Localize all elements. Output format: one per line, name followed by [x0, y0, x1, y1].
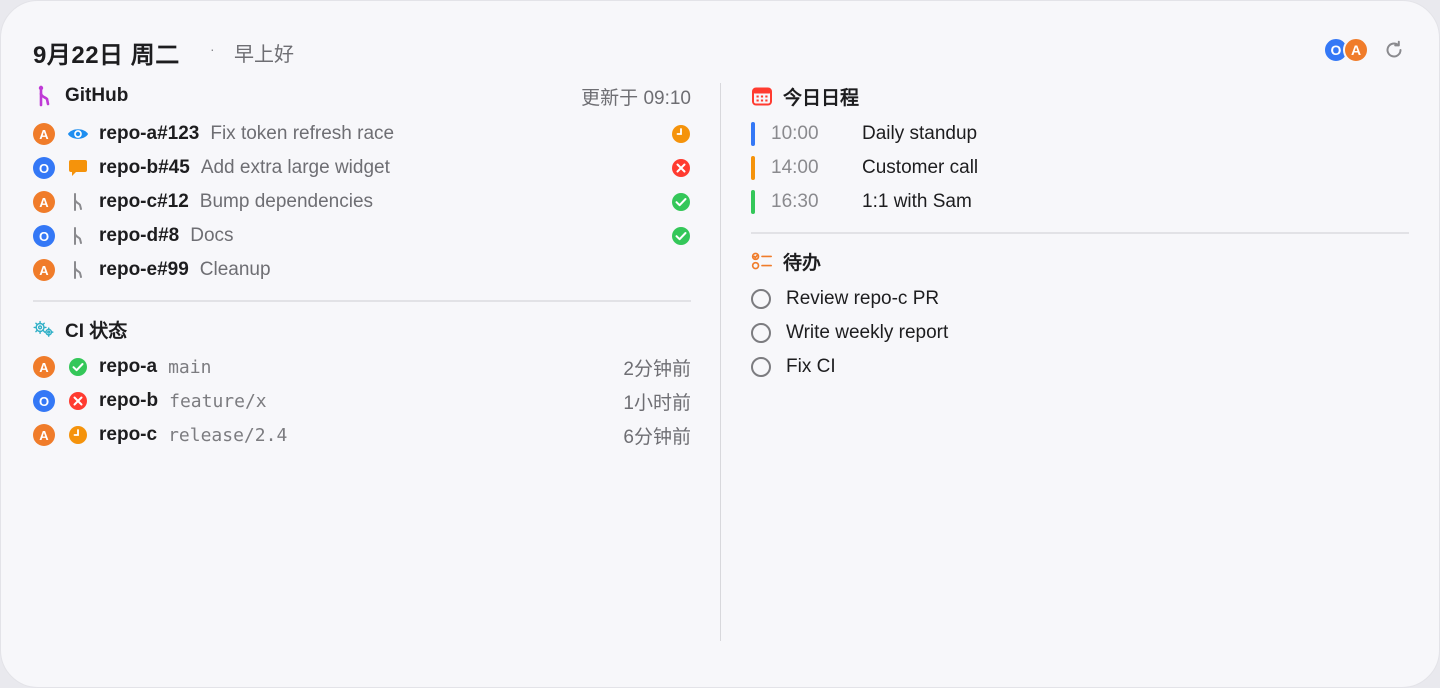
pr-title: Docs [190, 225, 234, 246]
account-avatar: A [33, 356, 55, 378]
pr-repo: repo-b#45 [99, 157, 190, 178]
left-column: GitHub 更新于 09:10 A repo-a#123 Fix token … [33, 83, 691, 452]
pr-row[interactable]: O repo-b#45 Add extra large widget [33, 151, 691, 185]
pending-status-icon [67, 424, 89, 446]
success-status-icon [671, 192, 691, 212]
account-avatar: A [33, 259, 55, 281]
ci-time: 6分钟前 [623, 426, 691, 448]
event-time: 16:30 [771, 191, 819, 212]
todo-item[interactable]: Fix CI [751, 350, 1409, 384]
schedule-section-header: 今日日程 [751, 83, 1409, 109]
pr-title: Bump dependencies [199, 191, 374, 212]
right-column: 今日日程 10:00 Daily standup 14:00 Customer … [751, 83, 1409, 384]
todo-label: Fix CI [786, 356, 836, 377]
dashboard-widget: 9月22日 周二 · 早上好 O A GitHub 更新于 09:10 A re… [0, 0, 1440, 688]
todo-section-header: 待办 [751, 248, 1409, 274]
pr-title: Add extra large widget [200, 157, 390, 178]
pr-repo: repo-c#12 [99, 191, 189, 212]
account-avatar: A [33, 123, 55, 145]
pr-title: Fix token refresh race [210, 123, 395, 144]
event-time: 14:00 [771, 157, 819, 178]
event-row[interactable]: 16:30 1:1 with Sam [751, 185, 1409, 219]
ci-branch: main [168, 356, 212, 378]
ci-branch: release/2.4 [168, 424, 288, 446]
ci-row[interactable]: O repo-b feature/x 1小时前 [33, 384, 691, 418]
ci-branch: feature/x [169, 390, 267, 412]
todo-title: 待办 [783, 252, 822, 274]
event-color-bar [751, 156, 755, 180]
header-actions: O A [1323, 37, 1407, 63]
branch-icon [67, 191, 89, 213]
event-row[interactable]: 10:00 Daily standup [751, 117, 1409, 151]
ci-section-header: CI 状态 [33, 316, 691, 342]
ci-time: 2分钟前 [623, 358, 691, 380]
github-title: GitHub [65, 85, 129, 106]
checklist-icon [751, 250, 773, 272]
header-greeting: 早上好 [234, 44, 294, 66]
pr-row[interactable]: O repo-d#8 Docs [33, 219, 691, 253]
event-title: Customer call [862, 157, 979, 178]
account-avatar: O [33, 225, 55, 247]
ci-repo: repo-c [99, 424, 158, 445]
ci-title: CI 状态 [65, 320, 128, 342]
event-row[interactable]: 14:00 Customer call [751, 151, 1409, 185]
account-avatar: A [33, 424, 55, 446]
success-status-icon [67, 356, 89, 378]
account-avatar: O [33, 390, 55, 412]
pr-repo: repo-a#123 [99, 123, 200, 144]
github-updated: 更新于 09:10 [581, 87, 691, 109]
branch-icon [67, 225, 89, 247]
github-section-header: GitHub 更新于 09:10 [33, 83, 691, 109]
todo-label: Write weekly report [786, 322, 949, 343]
event-title: 1:1 with Sam [862, 191, 972, 212]
section-divider [33, 300, 691, 302]
branch-icon [33, 85, 55, 107]
pr-repo: repo-d#8 [99, 225, 180, 246]
todo-label: Review repo-c PR [786, 288, 940, 309]
comment-icon [67, 157, 89, 179]
event-color-bar [751, 122, 755, 146]
calendar-icon [751, 85, 773, 107]
todo-item[interactable]: Write weekly report [751, 316, 1409, 350]
header-separator: · [210, 41, 215, 57]
gears-icon [33, 318, 55, 340]
account-avatar: A [33, 191, 55, 213]
account-avatar: O [33, 157, 55, 179]
section-divider [751, 232, 1409, 234]
event-title: Daily standup [862, 123, 978, 144]
refresh-icon[interactable] [1381, 37, 1407, 63]
success-status-icon [671, 226, 691, 246]
todo-checkbox[interactable] [751, 357, 771, 377]
eye-icon [67, 123, 89, 145]
failed-status-icon [67, 390, 89, 412]
header-date: 9月22日 周二 [33, 42, 180, 69]
pr-row[interactable]: A repo-c#12 Bump dependencies [33, 185, 691, 219]
pr-row[interactable]: A repo-e#99 Cleanup [33, 253, 691, 287]
event-time: 10:00 [771, 123, 819, 144]
event-color-bar [751, 190, 755, 214]
pr-title: Cleanup [199, 259, 271, 280]
failed-status-icon [671, 158, 691, 178]
schedule-title: 今日日程 [783, 87, 860, 109]
account-avatar-a[interactable]: A [1343, 37, 1369, 63]
ci-time: 1小时前 [623, 392, 691, 414]
ci-repo: repo-b [99, 390, 159, 411]
todo-item[interactable]: Review repo-c PR [751, 282, 1409, 316]
ci-row[interactable]: A repo-a main 2分钟前 [33, 350, 691, 384]
pending-status-icon [671, 124, 691, 144]
ci-repo: repo-a [99, 356, 158, 377]
ci-row[interactable]: A repo-c release/2.4 6分钟前 [33, 418, 691, 452]
branch-icon [67, 259, 89, 281]
pr-row[interactable]: A repo-a#123 Fix token refresh race [33, 117, 691, 151]
todo-checkbox[interactable] [751, 323, 771, 343]
todo-checkbox[interactable] [751, 289, 771, 309]
column-divider [720, 83, 721, 641]
pr-repo: repo-e#99 [99, 259, 189, 280]
